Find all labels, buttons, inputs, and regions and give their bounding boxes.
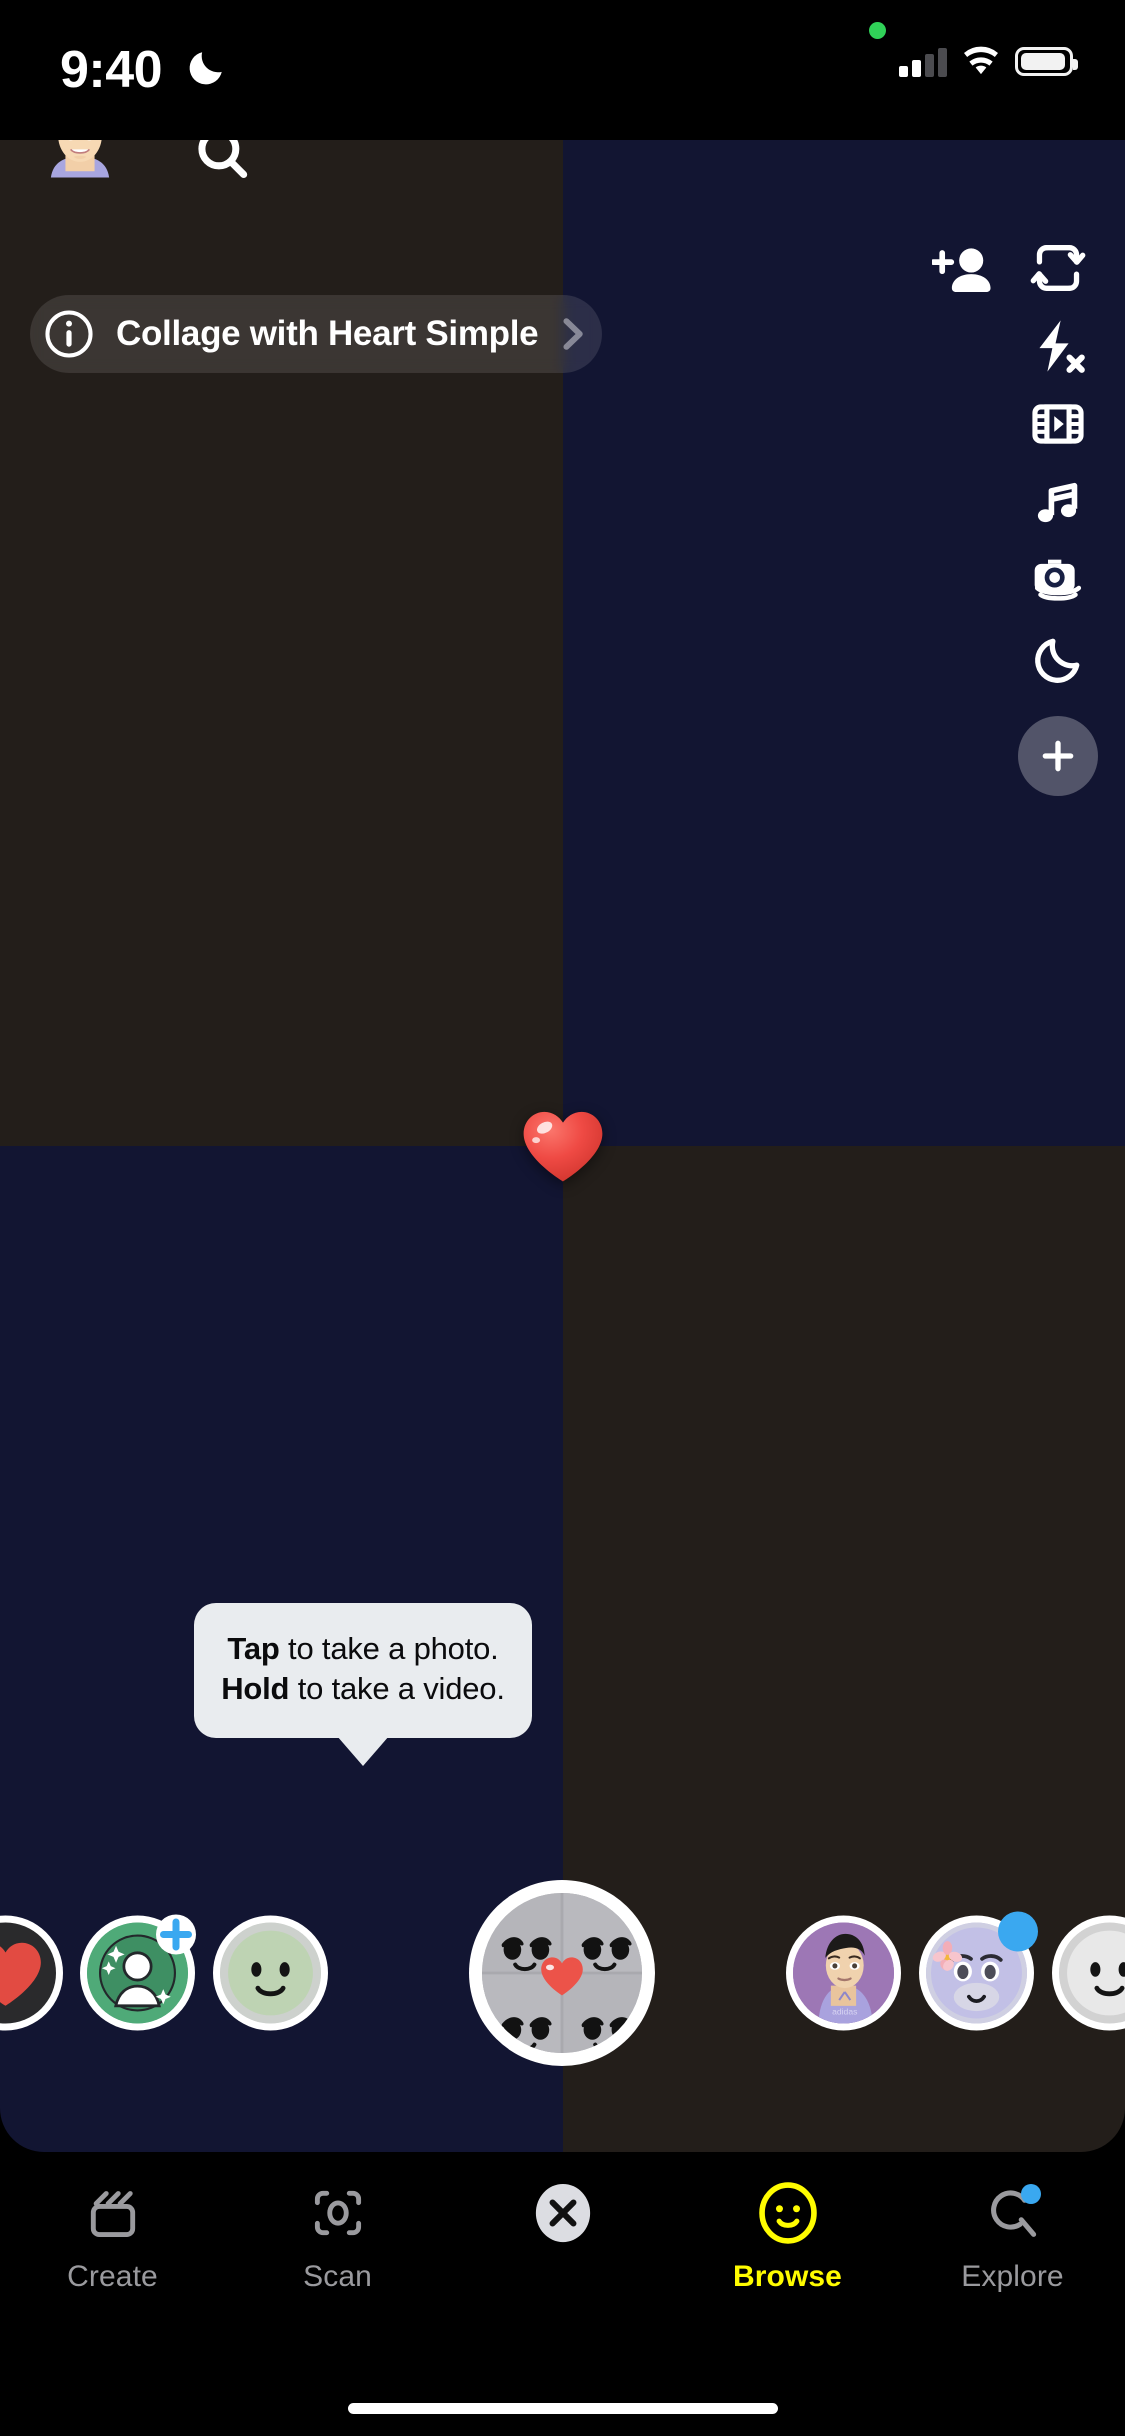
nav-label-explore: Explore (961, 2260, 1064, 2293)
nav-item-close[interactable] (473, 2180, 653, 2260)
profile-avatar-button[interactable] (28, 140, 132, 192)
lens-heart-dark[interactable] (0, 1915, 63, 2030)
scan-brackets-icon (308, 2180, 368, 2246)
camera-tool-rail (1018, 230, 1098, 796)
tooltip-line-1-bold: Tap (227, 1631, 280, 1666)
do-not-disturb-moon-icon (185, 46, 227, 90)
night-mode-moon-icon[interactable] (1020, 620, 1096, 696)
lens-white-smiley[interactable] (1052, 1915, 1125, 2030)
create-clapperboard-icon (83, 2180, 143, 2246)
blue-plus-badge (156, 1914, 196, 1954)
flip-camera-icon[interactable] (1020, 230, 1096, 306)
lens-title: Collage with Heart Simple (116, 314, 539, 353)
status-bar: 9:40 (0, 0, 1125, 140)
add-more-tools-icon[interactable] (1018, 716, 1098, 796)
nav-label-create: Create (67, 2260, 158, 2293)
snapchat-camera-screen: 9:40 Collage with Heart Simple Tap to ta… (0, 0, 1125, 2436)
explore-notification-dot (1020, 2184, 1041, 2204)
group-lens-badge (998, 1911, 1038, 1951)
tooltip-line-2: Hold to take a video. (194, 1669, 532, 1709)
recording-indicator-dot (869, 22, 886, 39)
close-x-icon (532, 2180, 594, 2246)
tooltip-line-1-rest: to take a photo. (279, 1631, 499, 1666)
bottom-navigation-bar: Create Scan Browse Explore (0, 2152, 1125, 2436)
red-heart-overlay-icon (521, 1107, 605, 1185)
collage-quadrant-top-left (0, 140, 563, 1146)
chevron-right-icon (560, 317, 586, 351)
music-note-icon[interactable] (1020, 464, 1096, 540)
lens-carousel[interactable]: adidas (0, 1879, 1125, 2066)
tooltip-line-2-rest: to take a video. (289, 1671, 505, 1707)
search-icon[interactable] (192, 140, 254, 184)
lens-green-smiley[interactable] (213, 1915, 328, 2030)
nav-item-browse[interactable]: Browse (698, 2180, 878, 2294)
bitmoji-avatar (28, 140, 132, 192)
camera-viewfinder[interactable]: Collage with Heart Simple Tap to take a … (0, 140, 1125, 2152)
tooltip-line-1: Tap to take a photo. (194, 1629, 532, 1669)
flash-off-icon[interactable] (1020, 308, 1096, 384)
info-circle-icon (44, 309, 94, 359)
nav-label-scan: Scan (303, 2260, 372, 2293)
status-bar-time: 9:40 (60, 41, 163, 99)
lens-create-your-own[interactable] (80, 1914, 196, 2030)
browse-smiley-icon (757, 2180, 819, 2246)
lens-collage-with-heart-simple[interactable] (469, 1879, 655, 2066)
capture-tooltip: Tap to take a photo. Hold to take a vide… (194, 1603, 532, 1738)
lens-info-pill[interactable]: Collage with Heart Simple (30, 295, 603, 373)
tooltip-line-2-bold: Hold (221, 1671, 290, 1707)
cellular-signal-icon (899, 45, 947, 77)
nav-item-explore[interactable]: Explore (923, 2180, 1103, 2294)
explore-search-icon (983, 2180, 1043, 2246)
timer-filmstrip-icon[interactable] (1020, 386, 1096, 462)
nav-label-browse: Browse (733, 2260, 842, 2293)
nav-item-create[interactable]: Create (23, 2180, 203, 2294)
status-bar-right-cluster (899, 38, 1078, 84)
lens-bitmoji-purple[interactable]: adidas (786, 1915, 901, 2030)
svg-text:adidas: adidas (832, 2006, 857, 2016)
battery-icon (1015, 46, 1078, 76)
wifi-icon (961, 45, 1001, 77)
multi-snap-camera-icon[interactable] (1020, 542, 1096, 618)
lens-lavender-flower-face[interactable] (919, 1911, 1038, 2030)
nav-item-scan[interactable]: Scan (248, 2180, 428, 2294)
home-indicator[interactable] (347, 2403, 778, 2414)
add-friend-icon[interactable] (925, 232, 1001, 308)
